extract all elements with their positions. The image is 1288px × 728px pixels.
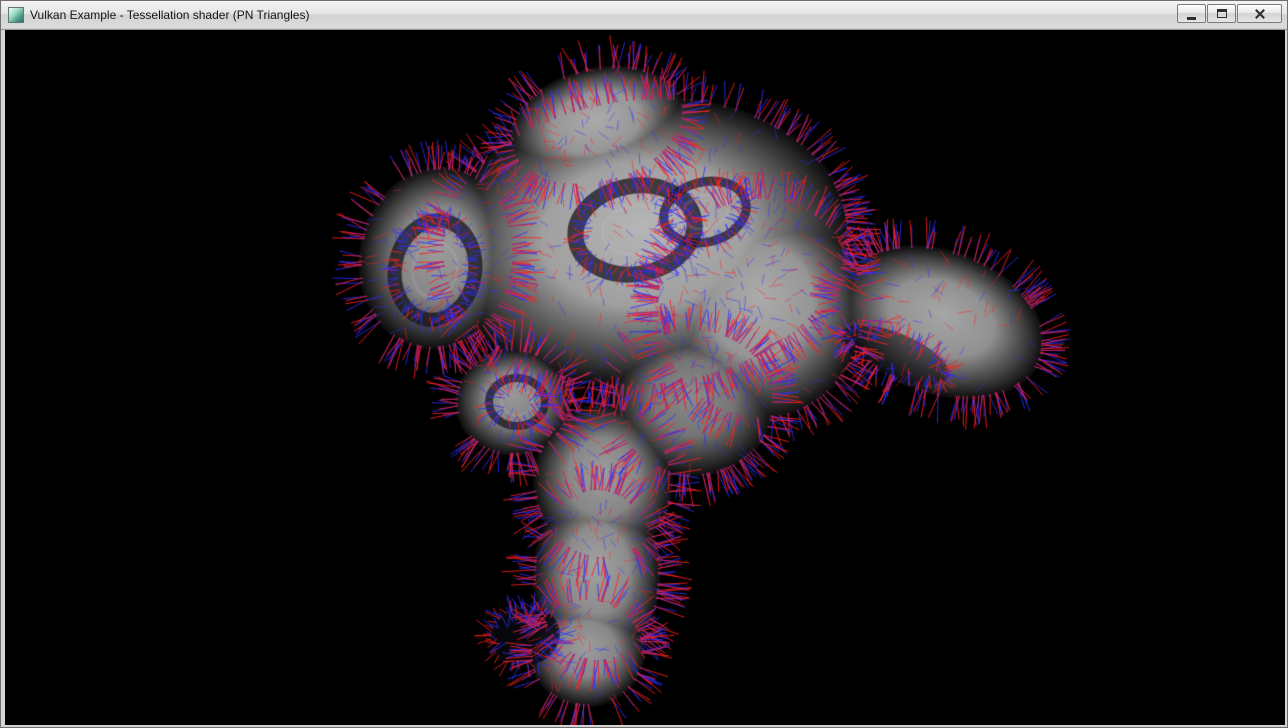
minimize-button[interactable] [1177,4,1206,23]
window-controls [1177,1,1282,23]
window-title: Vulkan Example - Tessellation shader (PN… [30,8,309,22]
viewport[interactable] [5,30,1285,725]
close-button[interactable] [1237,4,1282,23]
minimize-icon [1187,17,1196,20]
close-icon [1254,8,1266,20]
maximize-icon [1217,9,1227,18]
render-canvas[interactable] [5,30,1285,725]
app-window: Vulkan Example - Tessellation shader (PN… [0,0,1288,728]
app-icon[interactable] [8,7,24,23]
maximize-button[interactable] [1207,4,1236,23]
titlebar[interactable]: Vulkan Example - Tessellation shader (PN… [1,1,1287,30]
